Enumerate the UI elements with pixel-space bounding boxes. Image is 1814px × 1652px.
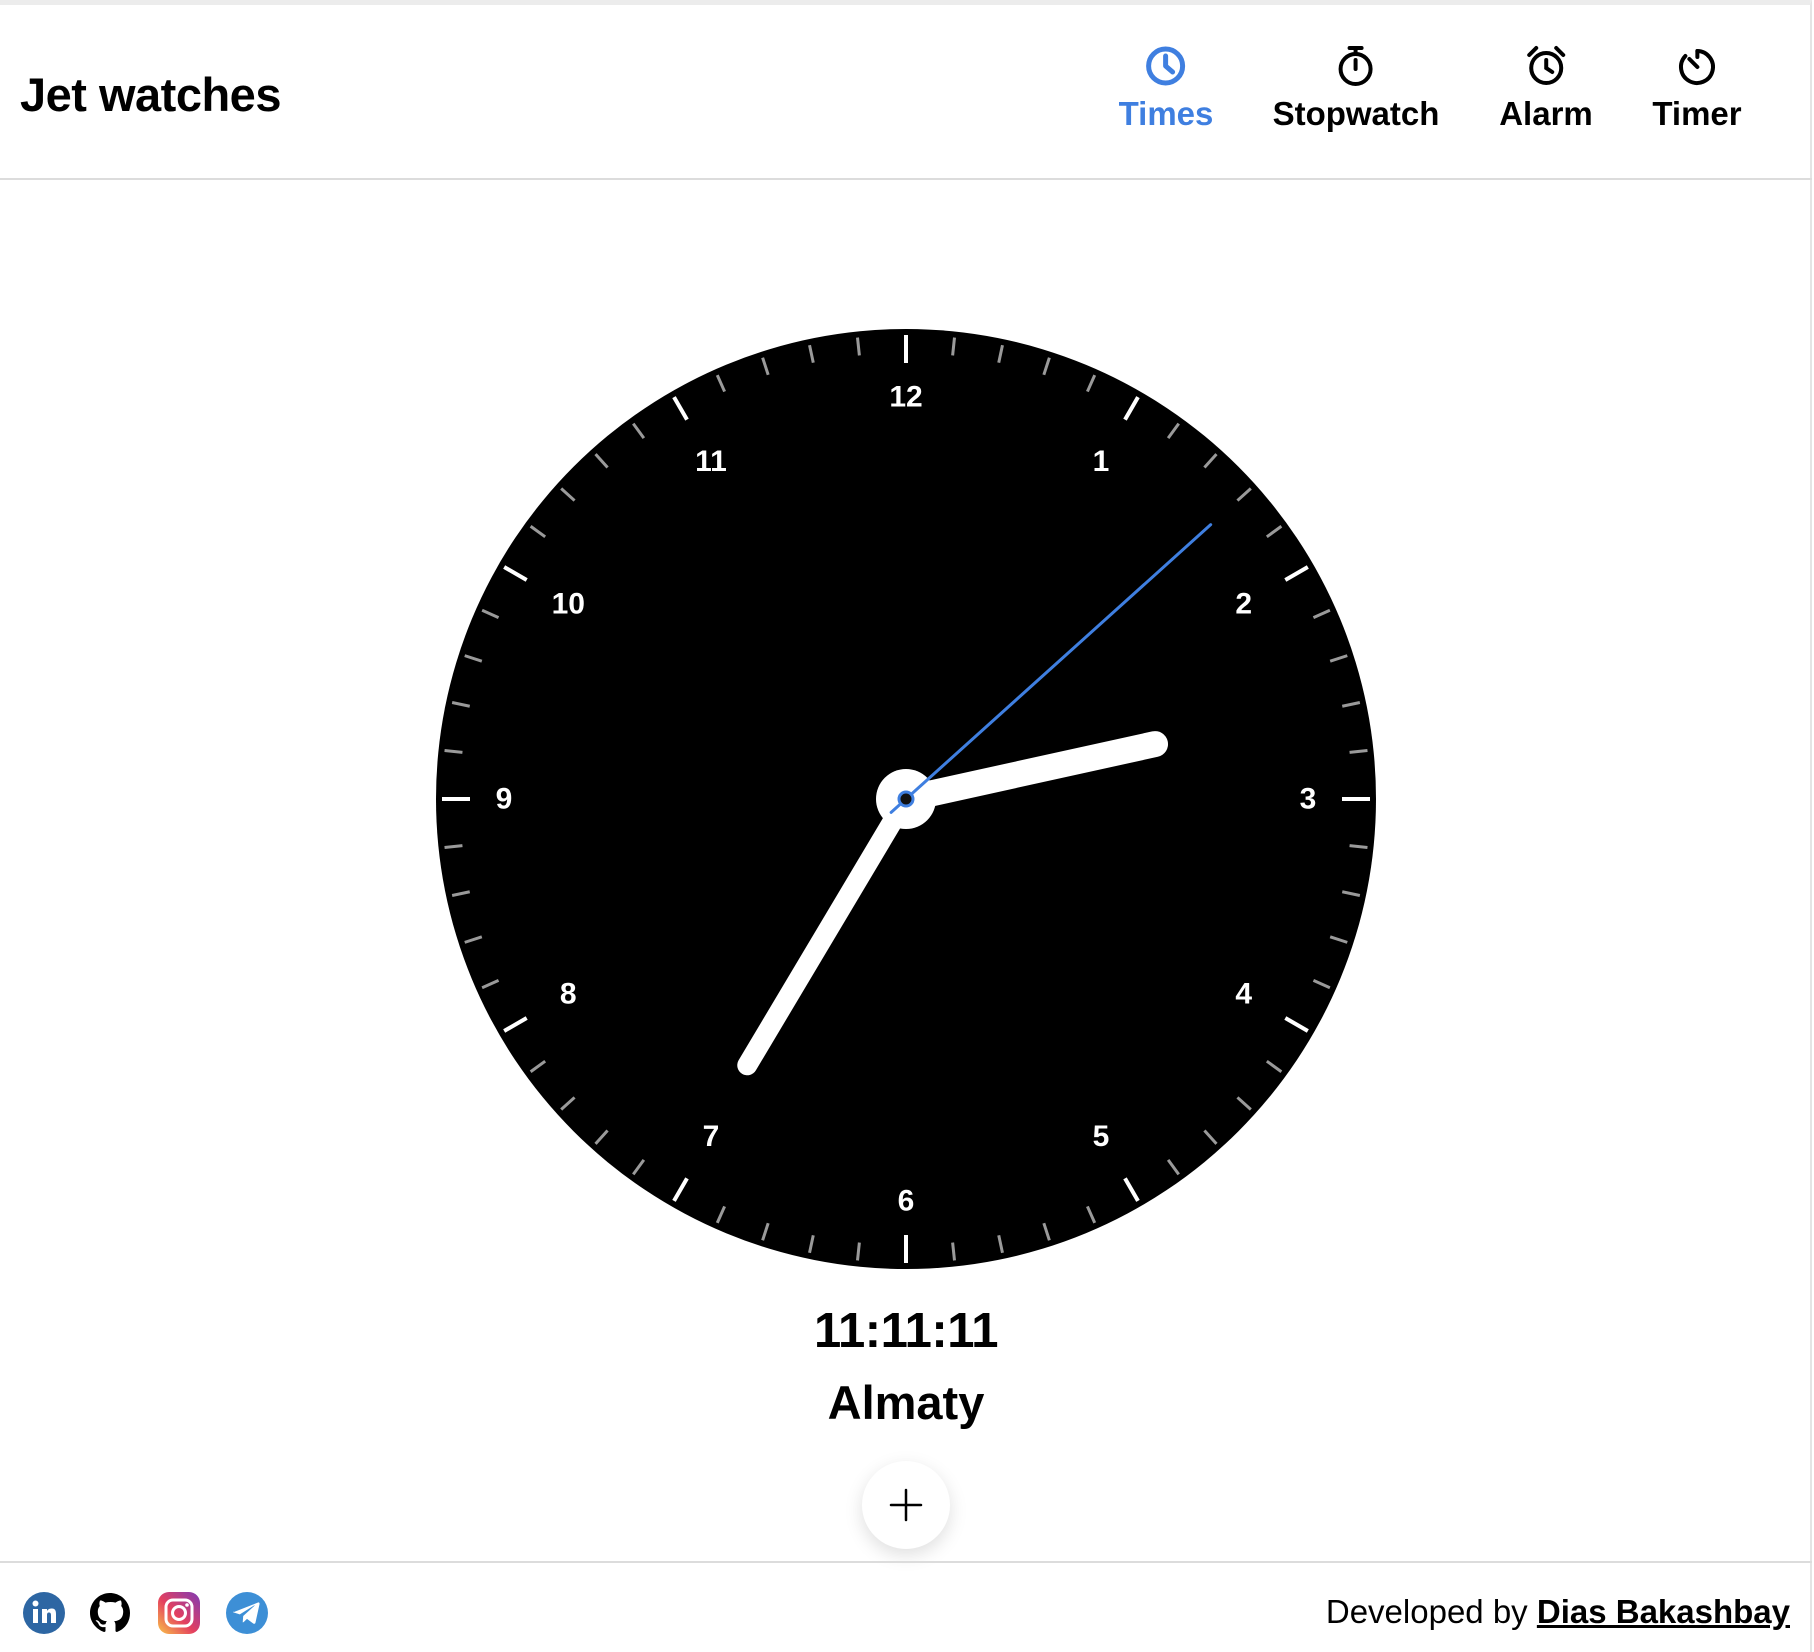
developer-credit: Developed by Dias Bakashbay: [1326, 1593, 1790, 1631]
city-name: Almaty: [827, 1376, 985, 1429]
clock-numeral: 8: [560, 978, 577, 1011]
clock-icon: [1146, 46, 1186, 86]
clock-numeral: 9: [496, 783, 513, 816]
alarm-icon: [1526, 46, 1565, 85]
tab-timer[interactable]: Timer: [1652, 43, 1742, 133]
minute-tick: [444, 844, 463, 849]
minute-tick: [1349, 844, 1368, 849]
clock-numeral: 7: [703, 1120, 720, 1153]
stopwatch-icon: [1339, 46, 1373, 86]
clock-numeral: 1: [1093, 445, 1110, 478]
linkedin-icon[interactable]: [22, 1591, 66, 1635]
minute-tick: [951, 1242, 956, 1261]
minute-tick: [1349, 749, 1368, 754]
tab-alarm-label: Alarm: [1499, 95, 1593, 132]
tab-times-label: Times: [1118, 95, 1214, 132]
tab-stopwatch[interactable]: Stopwatch: [1272, 43, 1440, 133]
digital-time: 11:11:11: [813, 1304, 999, 1358]
clock-numeral: 4: [1235, 978, 1252, 1011]
clock-numeral: 10: [552, 588, 585, 621]
footer: Developed by Dias Bakashbay: [0, 1561, 1812, 1652]
minute-tick: [856, 1242, 861, 1261]
clock-numeral: 12: [889, 381, 922, 414]
clock-numeral: 2: [1235, 588, 1252, 621]
minute-tick: [444, 749, 463, 754]
tab-stopwatch-label: Stopwatch: [1272, 95, 1440, 132]
minute-tick: [856, 337, 861, 356]
clock-numeral: 3: [1300, 783, 1317, 816]
timer-icon: [1678, 49, 1715, 85]
tab-times[interactable]: Times: [1118, 43, 1214, 133]
clock-numeral: 11: [695, 445, 727, 478]
clock-numeral: 5: [1093, 1120, 1110, 1153]
credit-prefix: Developed by: [1325, 1593, 1528, 1630]
center-pin: [897, 790, 915, 808]
github-icon[interactable]: [88, 1591, 132, 1635]
telegram-icon[interactable]: [225, 1591, 269, 1635]
minute-tick: [951, 337, 956, 356]
developer-link[interactable]: Dias Bakashbay: [1537, 1593, 1790, 1630]
plus-icon: [889, 1488, 923, 1522]
add-city-button[interactable]: [862, 1461, 950, 1549]
instagram-icon[interactable]: [157, 1591, 201, 1635]
tab-timer-label: Timer: [1652, 95, 1742, 132]
analog-clock: 121234567891011: [436, 329, 1376, 1269]
main-content: 12 1 2 3 4 5 6 7 8 9 10 11 11:11:11 Almaty: [0, 180, 1812, 1560]
header: Jet watches Times Stopwatch Alarm Timer: [0, 5, 1812, 180]
app-title: Jet watches: [20, 68, 281, 121]
clock-numeral: 6: [898, 1185, 915, 1218]
tab-alarm[interactable]: Alarm: [1499, 43, 1593, 133]
